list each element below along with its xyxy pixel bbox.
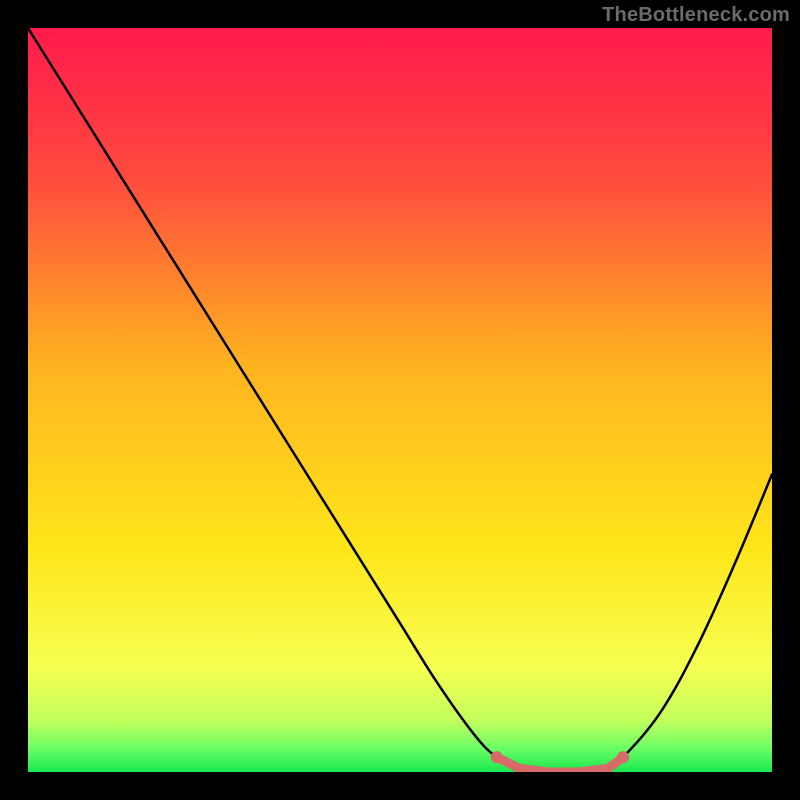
- gradient-rect: [28, 28, 772, 772]
- watermark-text: TheBottleneck.com: [602, 4, 790, 27]
- plot-area: [28, 28, 772, 772]
- sweet-spot-start-dot: [491, 751, 503, 763]
- plot-svg: [28, 28, 772, 772]
- sweet-spot-end-dot: [617, 751, 629, 763]
- chart-container: TheBottleneck.com: [0, 0, 800, 800]
